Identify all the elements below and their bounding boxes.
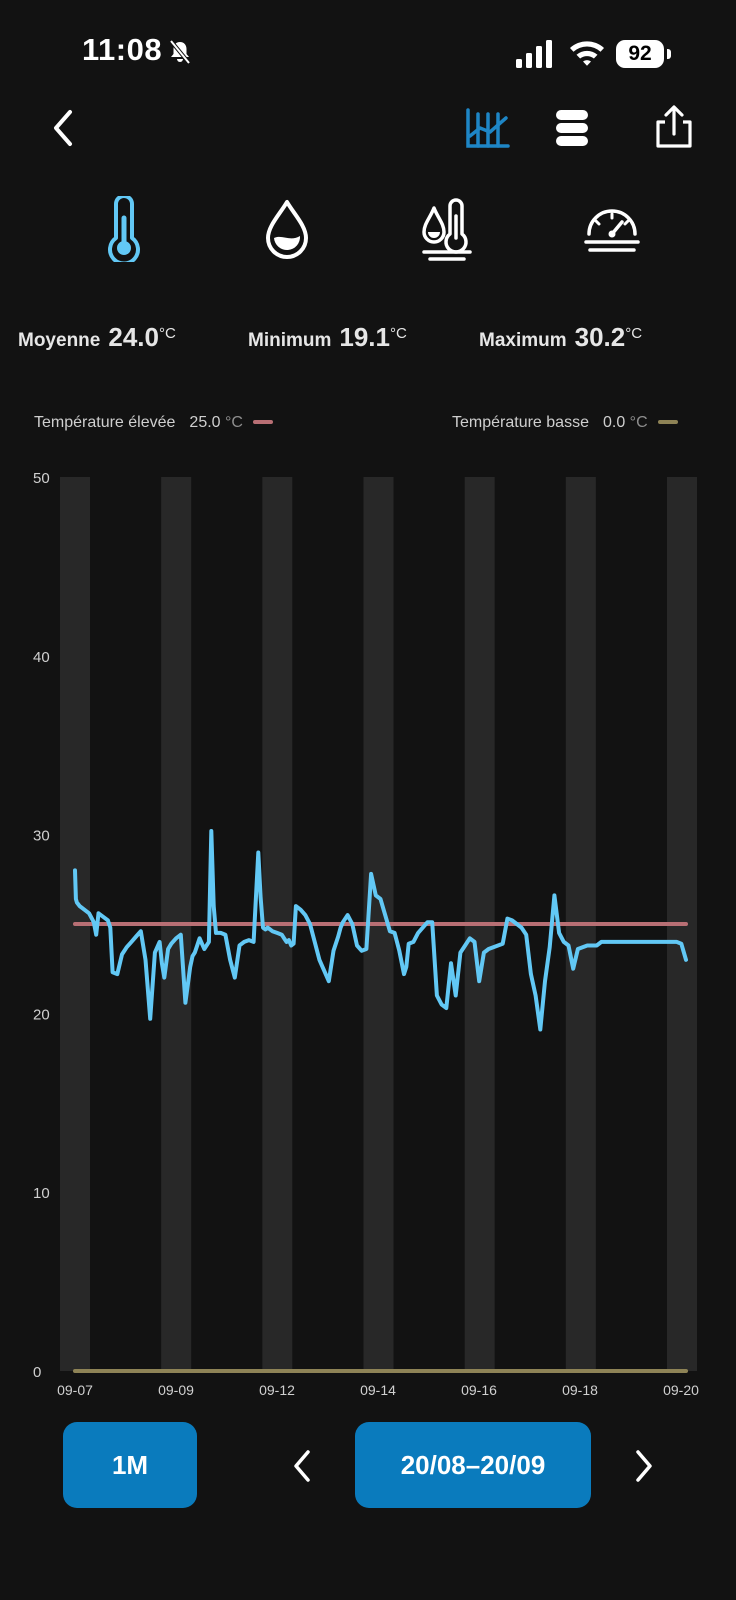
legend-low-label: Température basse [452, 414, 589, 431]
y-tick-label: 10 [33, 1185, 50, 1202]
x-tick-label: 09-18 [562, 1382, 598, 1396]
stat-average-label: Moyenne [18, 330, 101, 351]
stat-average-unit: °C [158, 324, 176, 342]
thermometer-icon[interactable] [100, 196, 148, 262]
temperature-chart: 0 10 20 30 40 50 09-07 09-09 09-12 09-14 09-16 09-… [33, 470, 699, 1396]
share-icon[interactable] [652, 102, 696, 152]
x-tick-label: 09-14 [360, 1382, 396, 1396]
bell-slash-icon [166, 38, 194, 66]
cellular-signal-icon [516, 40, 556, 68]
back-chevron-icon[interactable] [44, 106, 80, 150]
date-range-button[interactable]: 20/08–20/09 [355, 1422, 591, 1508]
dew-point-icon[interactable] [420, 198, 476, 262]
stat-minimum-value: 19.1 [339, 322, 390, 352]
y-tick-label: 40 [33, 649, 50, 666]
legend-low-swatch [657, 419, 678, 424]
y-tick-label: 20 [33, 1006, 50, 1023]
status-time: 11:08 [82, 32, 163, 67]
stat-minimum: Minimum 19.1°C [248, 322, 407, 362]
y-tick-label: 0 [33, 1364, 41, 1381]
chart-view-icon[interactable] [464, 104, 512, 152]
next-period-icon[interactable] [628, 1444, 660, 1488]
x-tick-label: 09-12 [259, 1382, 295, 1396]
gauge-icon[interactable] [584, 200, 640, 258]
x-tick-label: 09-20 [663, 1382, 699, 1396]
legend-high-unit: °C [225, 414, 243, 431]
x-tick-label: 09-16 [461, 1382, 497, 1396]
legend-high-value: 25.0 [189, 414, 221, 431]
battery-icon: 92 [616, 40, 664, 68]
y-tick-label: 50 [33, 470, 50, 487]
stat-maximum-label: Maximum [479, 330, 567, 351]
legend-low-temperature: Température basse 0.0 °C [452, 414, 678, 432]
stat-maximum: Maximum 30.2°C [479, 322, 642, 362]
stat-average: Moyenne 24.0°C [18, 322, 176, 362]
legend-high-temperature: Température élevée 25.0 °C [34, 414, 273, 432]
previous-period-icon[interactable] [286, 1444, 318, 1488]
stat-maximum-unit: °C [625, 324, 643, 342]
stat-maximum-value: 30.2 [574, 322, 626, 352]
legend-high-label: Température élevée [34, 414, 176, 431]
legend-high-swatch [252, 419, 273, 424]
battery-tip [667, 49, 671, 59]
stat-minimum-label: Minimum [248, 330, 332, 351]
range-1m-button[interactable]: 1M [63, 1422, 197, 1508]
stat-average-value: 24.0 [108, 322, 159, 352]
legend-low-unit: °C [629, 414, 648, 431]
legend-low-value: 0.0 [602, 414, 626, 431]
y-tick-label: 30 [33, 828, 50, 845]
stat-minimum-unit: °C [390, 324, 407, 342]
list-view-icon[interactable] [552, 104, 596, 152]
water-drop-icon[interactable] [260, 198, 314, 262]
x-tick-label: 09-09 [158, 1382, 194, 1396]
wifi-icon [568, 38, 606, 68]
x-tick-label: 09-07 [57, 1382, 93, 1396]
